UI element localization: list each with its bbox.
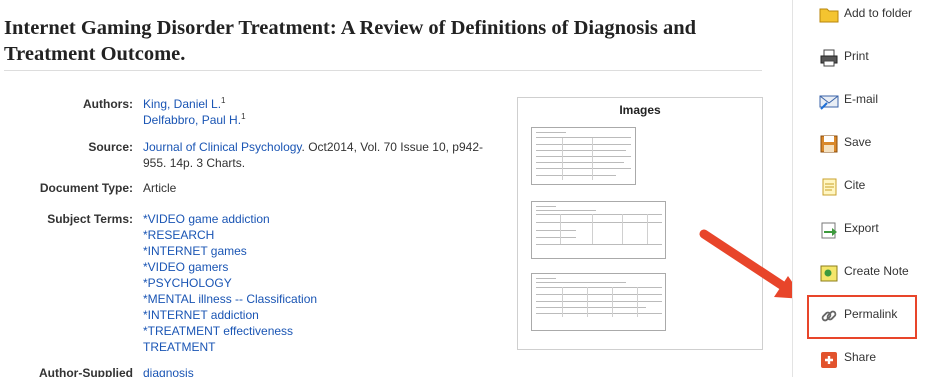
authors-label: Authors: <box>83 97 133 111</box>
subject-term-link[interactable]: TREATMENT <box>143 340 215 354</box>
printer-icon <box>820 49 838 67</box>
subject-term-link[interactable]: *RESEARCH <box>143 228 214 242</box>
subject-term-link[interactable]: *MENTAL illness -- Classification <box>143 292 317 306</box>
author-supplied-label: Author-Supplied <box>39 366 133 377</box>
subject-terms-list: *VIDEO game addiction *RESEARCH *INTERNE… <box>143 211 493 355</box>
save-disk-icon <box>820 135 838 153</box>
cite-document-icon <box>822 178 837 196</box>
note-icon <box>820 265 838 282</box>
permalink-highlight-box <box>807 295 917 339</box>
export-icon <box>821 222 837 239</box>
create-note-button[interactable]: Create Note <box>793 258 926 288</box>
subject-term-link[interactable]: *VIDEO game addiction <box>143 212 270 226</box>
subject-term-link[interactable]: *INTERNET games <box>143 244 247 258</box>
tool-label: Create Note <box>844 264 909 278</box>
images-title: Images <box>619 103 661 117</box>
subject-term-link[interactable]: *PSYCHOLOGY <box>143 276 232 290</box>
subject-term-link[interactable]: *TREATMENT effectiveness <box>143 324 293 338</box>
image-thumbnail[interactable] <box>531 127 636 185</box>
document-type-label: Document Type: <box>39 181 133 195</box>
share-button[interactable]: Share <box>793 344 926 374</box>
document-type-value: Article <box>143 181 177 195</box>
subject-term-link[interactable]: *VIDEO gamers <box>143 260 228 274</box>
email-button[interactable]: E-mail <box>793 86 926 116</box>
tool-label: Save <box>844 135 872 149</box>
source-details: . Oct2014, Vol. 70 Issue 10, p942- <box>301 140 483 154</box>
record-detail: Internet Gaming Disorder Treatment: A Re… <box>0 0 792 377</box>
email-icon <box>819 95 839 110</box>
affiliation-sup: 1 <box>221 96 226 105</box>
journal-link[interactable]: Journal of Clinical Psychology <box>143 140 302 154</box>
image-thumbnail[interactable] <box>531 273 666 331</box>
tool-label: Print <box>844 49 869 63</box>
print-button[interactable]: Print <box>793 43 926 73</box>
author-supplied-value: diagnosis <box>143 365 493 377</box>
export-button[interactable]: Export <box>793 215 926 245</box>
share-plus-icon <box>821 352 837 368</box>
author-link[interactable]: King, Daniel L. <box>143 97 221 111</box>
cite-button[interactable]: Cite <box>793 172 926 202</box>
affiliation-sup: 1 <box>241 112 246 121</box>
subject-term-link[interactable]: *INTERNET addiction <box>143 308 259 322</box>
tool-label: Export <box>844 221 879 235</box>
title-divider <box>4 70 762 71</box>
author-link[interactable]: Delfabbro, Paul H. <box>143 113 241 127</box>
source-value: Journal of Clinical Psychology. Oct2014,… <box>143 139 493 171</box>
tool-label: E-mail <box>844 92 879 106</box>
folder-icon <box>819 8 839 23</box>
save-button[interactable]: Save <box>793 129 926 159</box>
authors-value: King, Daniel L.1 Delfabbro, Paul H.1 <box>143 96 493 128</box>
page-title: Internet Gaming Disorder Treatment: A Re… <box>4 17 697 65</box>
tool-label: Cite <box>844 178 866 192</box>
image-thumbnail[interactable] <box>531 201 666 259</box>
subject-terms-label: Subject Terms: <box>47 212 133 226</box>
author-item: Delfabbro, Paul H.1 <box>143 112 493 128</box>
tool-label: Share <box>844 350 877 364</box>
source-details-cont: 955. 14p. 3 Charts. <box>143 156 246 170</box>
author-item: King, Daniel L.1 <box>143 96 493 112</box>
author-keyword-link[interactable]: diagnosis <box>143 366 194 377</box>
source-label: Source: <box>88 140 133 154</box>
tool-label: Add to folder <box>844 6 913 20</box>
add-to-folder-button[interactable]: Add to folder <box>793 0 926 30</box>
